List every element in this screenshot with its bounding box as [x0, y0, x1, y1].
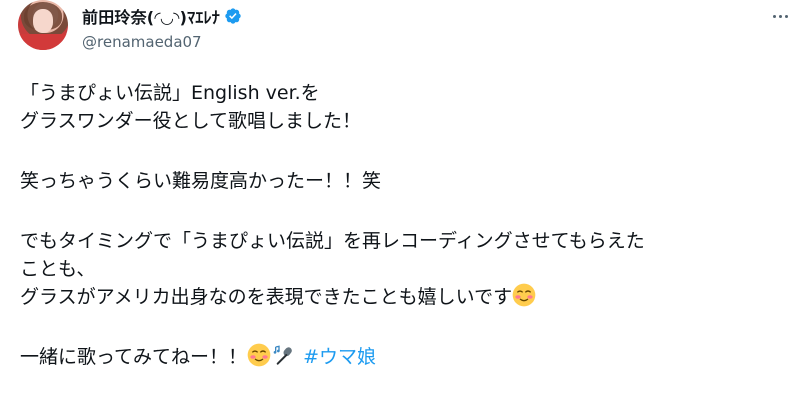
avatar[interactable]: [18, 0, 68, 50]
tweet-line: グラスがアメリカ出身なのを表現できたことも嬉しいです: [20, 286, 513, 308]
tweet-line: 「うまぴょい伝説」English ver.を: [20, 82, 320, 104]
tweet-line: でもタイミングで「うまぴょい伝説」を再レコーディングさせてもらえた: [20, 230, 645, 252]
more-options-button[interactable]: [770, 6, 790, 26]
tweet-line: グラスワンダー役として歌唱しました！: [20, 110, 362, 132]
tweet-line-with-emoji: グラスがアメリカ出身なのを表現できたことも嬉しいです: [20, 283, 790, 311]
smiling-blush-emoji: [247, 343, 271, 367]
verified-badge-icon: [225, 8, 241, 24]
tweet-text: 「うまぴょい伝説」English ver.を グラスワンダー役として歌唱しました…: [20, 79, 790, 371]
author-name-row[interactable]: 前田玲奈(◜◡◝)ﾏｴﾚﾅ: [82, 5, 242, 27]
tweet-line: 一緒に歌ってみてねー！！: [20, 346, 248, 368]
tweet-line: 笑っちゃうくらい難易度高かったー！！笑: [20, 170, 382, 192]
tweet-line-with-emoji: 一緒に歌ってみてねー！！ #ウマ娘: [20, 343, 790, 371]
author-display-name[interactable]: 前田玲奈(◜◡◝)ﾏｴﾚﾅ: [82, 4, 220, 28]
microphone-music-emoji: [273, 345, 292, 365]
hashtag-link[interactable]: #ウマ娘: [303, 346, 376, 368]
tweet-line: ことも、: [20, 258, 96, 280]
author-handle[interactable]: @renamaeda07: [82, 33, 202, 51]
smiling-blush-emoji: [512, 283, 536, 307]
